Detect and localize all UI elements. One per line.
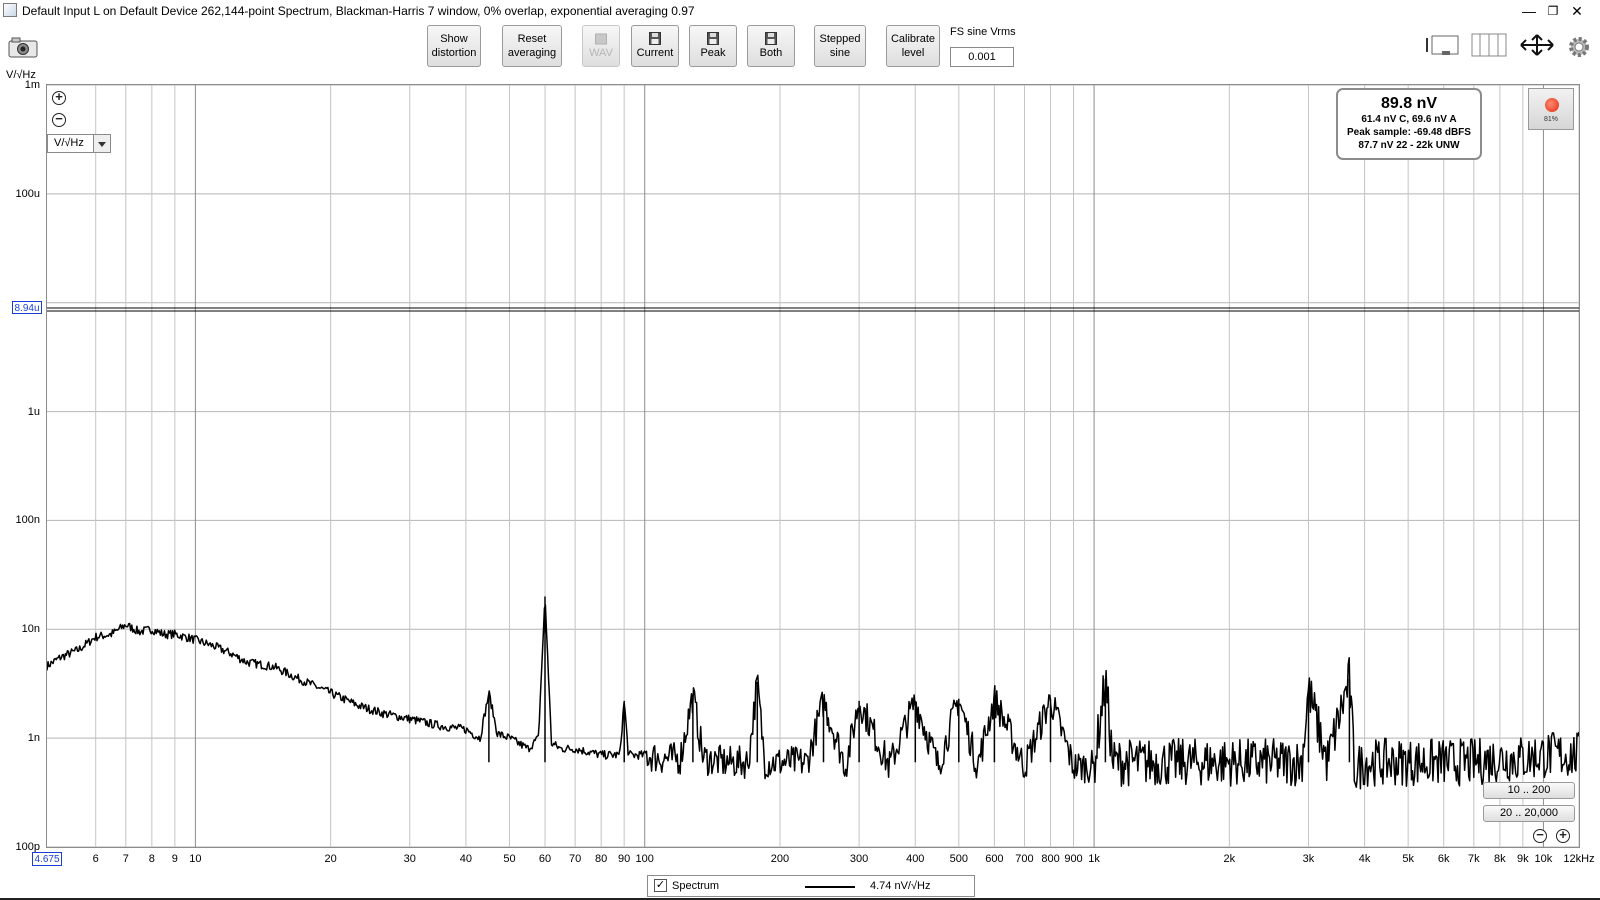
x-tick-label: 6: [92, 853, 99, 865]
plot-frame: [46, 84, 1580, 848]
x-tick-label: 80: [595, 853, 608, 865]
level-readout: 89.8 nV 61.4 nV C, 69.6 nV A Peak sample…: [1336, 88, 1482, 160]
x-tick-label: 1k: [1088, 853, 1100, 865]
x-tick-label: 700: [1015, 853, 1034, 865]
x-tick-label: 70: [568, 853, 582, 865]
zoom-in-x-icon[interactable]: +: [1556, 828, 1570, 843]
readout-main: 89.8 nV: [1380, 95, 1438, 112]
chevron-down-icon: [93, 135, 110, 152]
readout-line3: 87.7 nV 22 - 22k UNW: [1358, 140, 1460, 151]
record-percent: 81%: [1543, 116, 1558, 123]
y-tick-label: 100n: [15, 514, 40, 527]
x-tick-label: 30: [403, 853, 416, 865]
x-tick-label: 900: [1064, 853, 1083, 865]
x-tick-label: 50: [503, 853, 516, 865]
x-tick-label: 500: [949, 853, 968, 865]
x-tick-label: 800: [1041, 853, 1060, 865]
zoom-out-x-icon[interactable]: −: [1533, 828, 1547, 843]
zoom-in-y-icon[interactable]: +: [52, 90, 66, 105]
zoom-out-y-icon[interactable]: −: [52, 112, 66, 127]
x-tick-label: 10: [189, 853, 202, 865]
x-tick-label: 10k: [1534, 853, 1553, 865]
y-tick-label: 100u: [15, 187, 40, 200]
x-tick-label: 100: [635, 853, 654, 865]
x-cursor-value[interactable]: 4.675: [32, 852, 62, 866]
y-tick-label: 1n: [27, 732, 40, 745]
legend-series-value: 4.74 nV/√Hz: [870, 880, 931, 892]
legend-series-name: Spectrum: [672, 880, 720, 892]
x-tick-label: 7: [122, 853, 129, 865]
x-tick-label: 4k: [1358, 853, 1371, 865]
y-tick-label: 10n: [21, 623, 40, 636]
x-tick-label: 12kHz: [1563, 853, 1595, 865]
x-tick-label: 600: [985, 853, 1004, 865]
readout-line2: Peak sample: -69.48 dBFS: [1347, 127, 1471, 138]
unit-select[interactable]: V/√Hz: [47, 134, 111, 153]
record-icon: [1545, 98, 1559, 112]
x-tick-label: 300: [849, 853, 869, 865]
legend-line-swatch: [805, 886, 855, 888]
x-tick-label: 5k: [1402, 853, 1414, 865]
x-tick-label: 200: [770, 853, 790, 865]
x-tick-label: 90: [618, 853, 631, 865]
unit-select-value: V/√Hz: [54, 137, 84, 149]
record-button[interactable]: 81%: [1528, 88, 1574, 130]
x-tick-label: 6k: [1437, 853, 1450, 865]
x-tick-label: 20: [324, 853, 337, 865]
x-tick-label: 2k: [1223, 853, 1236, 865]
x-tick-label: 8: [148, 853, 155, 865]
range-10-200-button[interactable]: 10 .. 200: [1483, 782, 1575, 799]
spectrum-visible-checkbox[interactable]: ✓: [654, 879, 667, 892]
x-tick-label: 7k: [1468, 853, 1480, 865]
x-tick-label: 9: [171, 853, 178, 865]
range-20-20000-button[interactable]: 20 .. 20,000: [1483, 805, 1575, 822]
x-tick-label: 60: [538, 853, 552, 865]
y-tick-label: 1m: [24, 79, 40, 91]
x-tick-label: 40: [459, 853, 473, 865]
legend: ✓ Spectrum 4.74 nV/√Hz: [647, 875, 975, 897]
y-cursor-value[interactable]: 8.94u: [12, 301, 42, 314]
x-tick-label: 400: [906, 853, 925, 865]
x-tick-label: 9k: [1517, 853, 1529, 865]
x-tick-label: 3k: [1302, 853, 1315, 865]
y-tick-label: 1u: [27, 405, 40, 418]
readout-line1: 61.4 nV C, 69.6 nV A: [1361, 114, 1457, 125]
x-tick-label: 8k: [1494, 853, 1506, 865]
